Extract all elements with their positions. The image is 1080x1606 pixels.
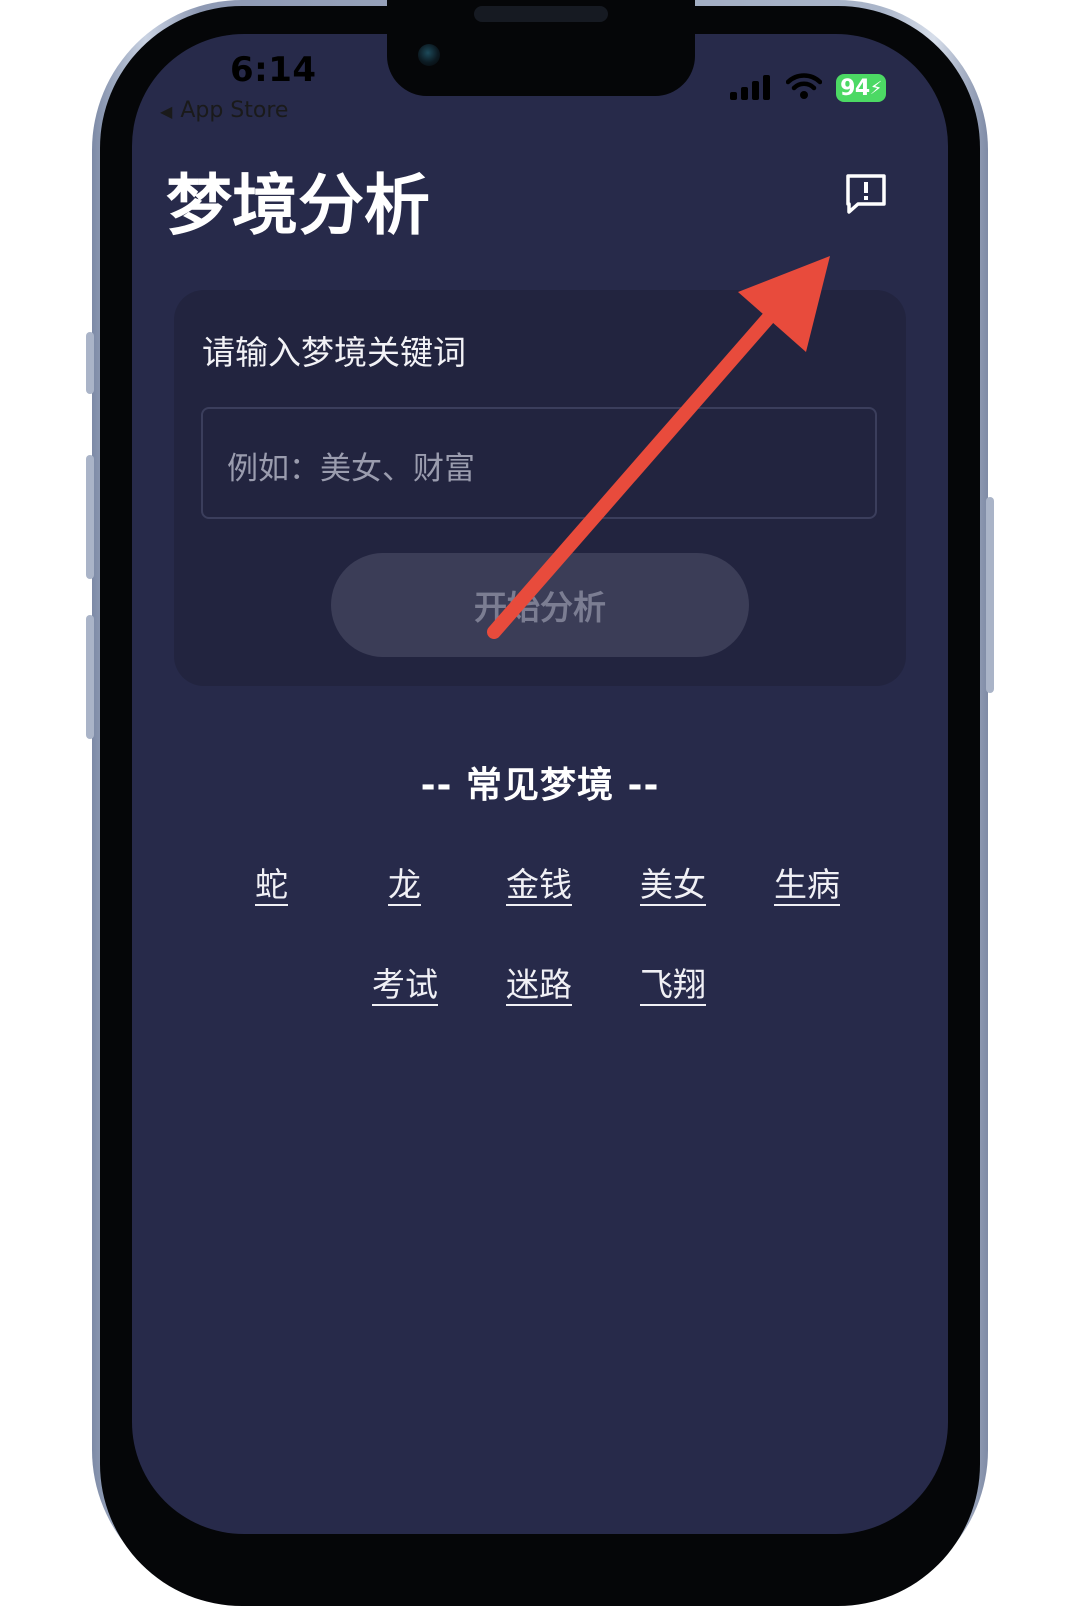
- message-exclamation-icon[interactable]: [844, 172, 888, 216]
- search-card-label: 请输入梦境关键词: [202, 333, 466, 372]
- dream-tag[interactable]: 考试: [372, 958, 438, 1006]
- dream-tag[interactable]: 蛇: [255, 858, 288, 906]
- dream-keyword-placeholder: 例如：美女、财富: [227, 451, 475, 487]
- front-camera: [418, 44, 440, 66]
- dream-tag[interactable]: 美女: [640, 858, 706, 906]
- start-analysis-button[interactable]: 开始分析: [331, 553, 749, 657]
- volume-up-button: [86, 455, 94, 579]
- dream-tag[interactable]: 金钱: [506, 858, 572, 906]
- battery-indicator: 94 ⚡: [836, 74, 886, 102]
- wifi-icon: [786, 73, 822, 99]
- common-dreams-title: -- 常见梦境 --: [420, 765, 660, 806]
- dream-tag[interactable]: 龙: [388, 858, 421, 906]
- battery-level: 94: [840, 75, 870, 101]
- cellular-signal-icon: [730, 74, 772, 100]
- back-triangle-icon: ◀: [160, 102, 173, 121]
- dream-keyword-input[interactable]: 例如：美女、财富: [201, 407, 877, 519]
- back-link-label: App Store: [180, 98, 289, 123]
- dream-tag[interactable]: 迷路: [506, 958, 572, 1006]
- earpiece-speaker: [474, 6, 608, 22]
- charging-bolt-icon: ⚡: [869, 77, 883, 99]
- power-button: [986, 497, 994, 693]
- volume-down-button: [86, 615, 94, 739]
- status-time: 6:14: [230, 50, 317, 90]
- dream-tag[interactable]: 飞翔: [640, 958, 706, 1006]
- page-title: 梦境分析: [166, 167, 430, 244]
- dream-tag[interactable]: 生病: [774, 858, 840, 906]
- mute-switch: [86, 332, 94, 394]
- back-to-app-store[interactable]: ◀ App Store: [160, 98, 288, 123]
